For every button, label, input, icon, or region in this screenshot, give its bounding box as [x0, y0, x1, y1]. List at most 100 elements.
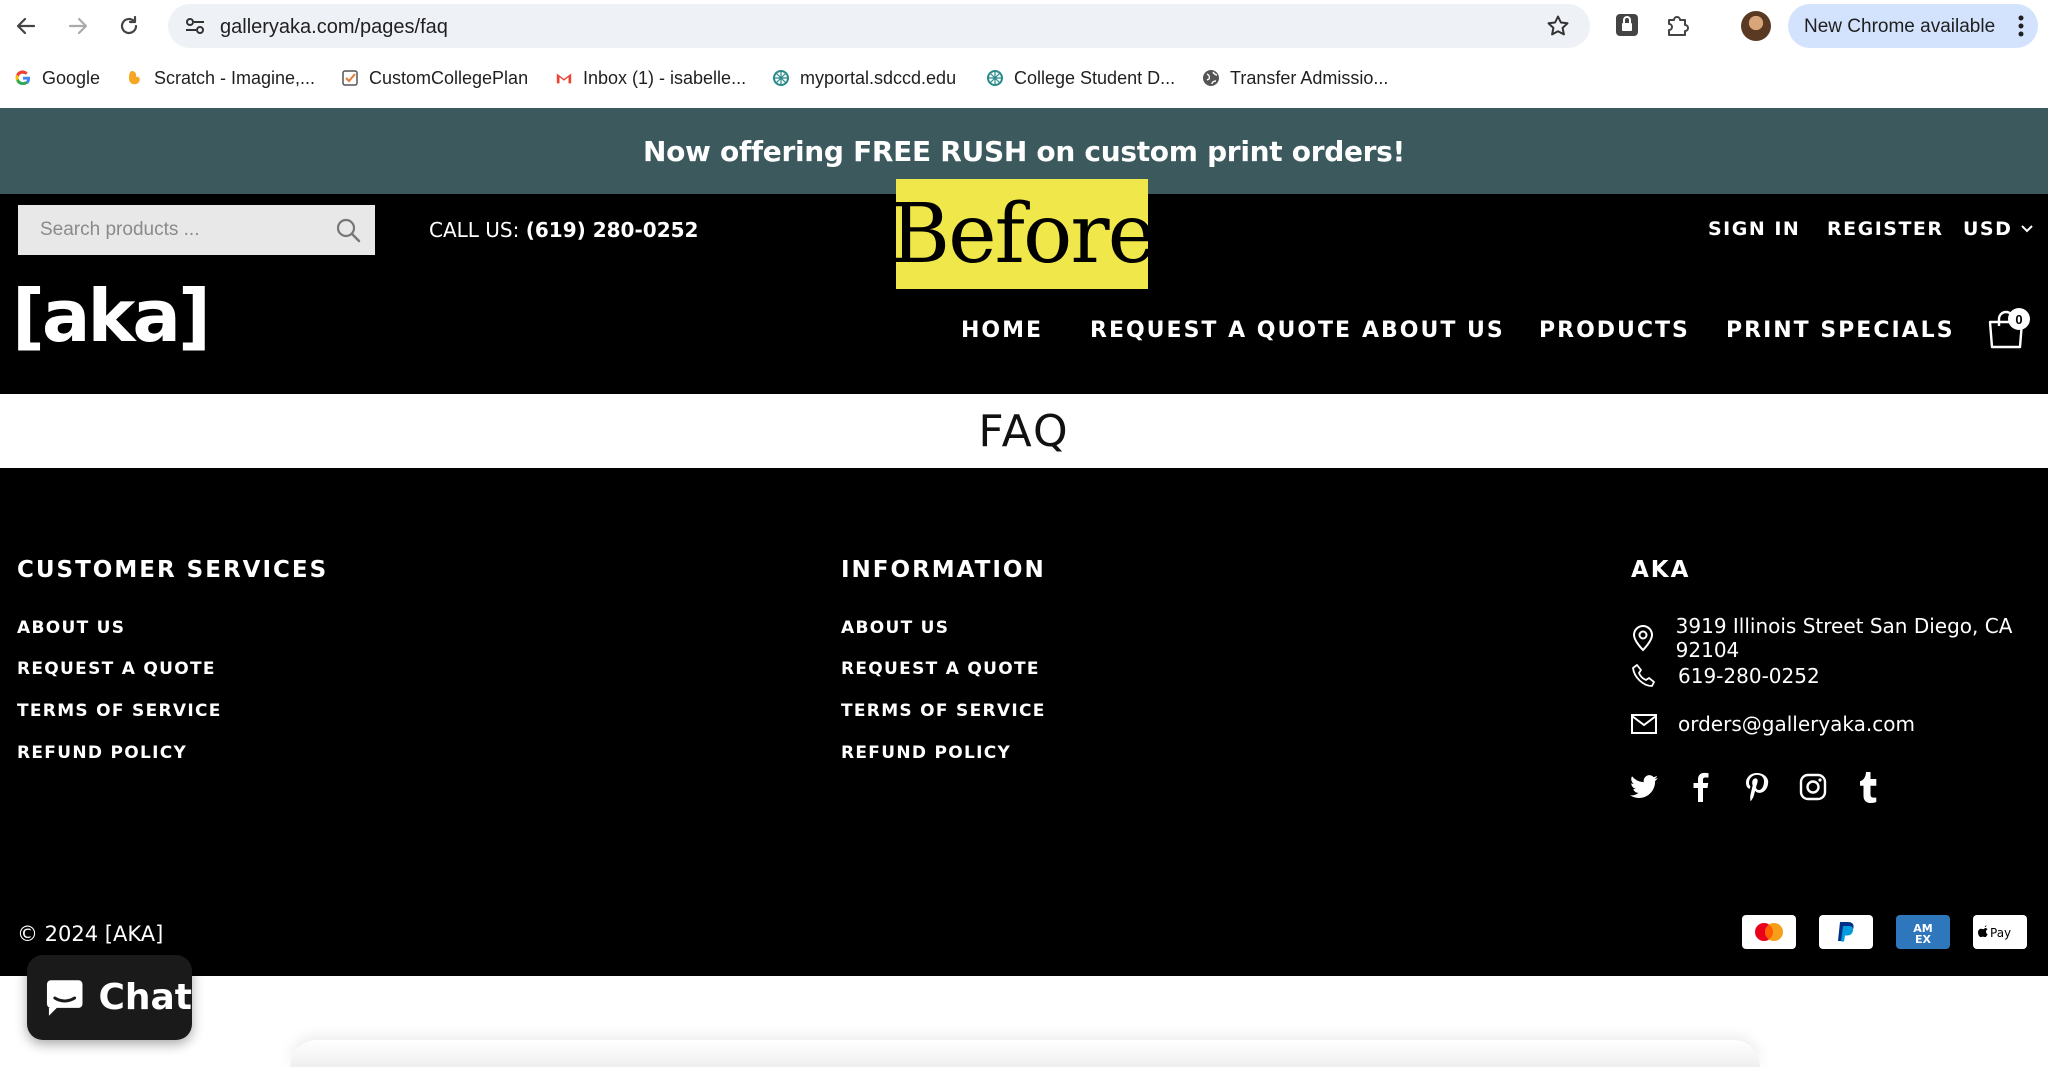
svg-text:Pay: Pay — [1990, 926, 2011, 940]
social-links — [1630, 772, 1884, 803]
mastercard-icon — [1742, 915, 1796, 949]
update-chrome-button[interactable]: New Chrome available — [1788, 4, 2038, 48]
scratch-icon — [126, 69, 144, 87]
phone-text[interactable]: 619-280-0252 — [1678, 664, 1820, 688]
bookmark-star-icon[interactable] — [1546, 14, 1570, 38]
password-extension-icon[interactable] — [1614, 12, 1640, 38]
bookmark-myportal[interactable]: myportal.sdccd.edu — [772, 66, 956, 90]
bookmark-customcollegeplan[interactable]: CustomCollegePlan — [341, 66, 528, 90]
call-number[interactable]: (619) 280-0252 — [526, 218, 699, 242]
reload-button[interactable] — [113, 10, 145, 42]
contact-phone[interactable]: 619-280-0252 — [1630, 662, 1820, 690]
footer-link-refund-policy[interactable]: REFUND POLICY — [841, 743, 1011, 763]
footer-link-terms-of-service[interactable]: TERMS OF SERVICE — [841, 701, 1046, 721]
sign-in-link[interactable]: SIGN IN — [1708, 218, 1800, 240]
menu-dots-icon[interactable] — [2018, 14, 2024, 38]
portal-icon — [986, 69, 1004, 87]
bookmark-scratch[interactable]: Scratch - Imagine,... — [126, 66, 315, 90]
bookmark-label: Inbox (1) - isabelle... — [583, 67, 747, 88]
footer-link-terms-of-service[interactable]: TERMS OF SERVICE — [17, 701, 222, 721]
phone-icon — [1630, 662, 1658, 690]
search-input[interactable]: Search products ... — [18, 205, 375, 255]
customer-services-heading: CUSTOMER SERVICES — [17, 557, 329, 583]
site-footer: CUSTOMER SERVICES ABOUT US REQUEST A QUO… — [0, 468, 2048, 976]
bookmark-label: Google — [42, 67, 101, 88]
svg-text:EX: EX — [1915, 933, 1932, 945]
bookmark-label: College Student D... — [1014, 67, 1176, 88]
bookmark-google[interactable]: Google — [14, 66, 100, 90]
extensions-puzzle-icon[interactable] — [1665, 12, 1691, 38]
bookmark-transfer[interactable]: Transfer Admissio... — [1202, 66, 1388, 90]
call-label: CALL US: — [429, 218, 520, 242]
reload-icon — [120, 15, 138, 35]
address-text: 3919 Illinois Street San Diego, CA 92104 — [1675, 614, 2013, 662]
cart-count-badge: 0 — [2008, 308, 2030, 330]
footer-link-refund-policy[interactable]: REFUND POLICY — [17, 743, 187, 763]
back-button[interactable] — [10, 10, 42, 42]
chevron-down-icon — [2021, 225, 2034, 233]
url-text[interactable]: galleryaka.com/pages/faq — [220, 16, 448, 39]
currency-label: USD — [1963, 218, 2013, 240]
location-pin-icon — [1630, 624, 1656, 652]
bookmark-label: CustomCollegePlan — [369, 67, 529, 88]
amex-icon: AM EX — [1896, 915, 1950, 949]
footer-link-request-a-quote[interactable]: REQUEST A QUOTE — [841, 659, 1040, 679]
chat-label: Chat — [98, 977, 192, 1018]
bookmarks-bar: Google Scratch - Imagine,... CustomColle… — [0, 60, 2048, 96]
gmail-icon — [555, 69, 573, 87]
pinterest-icon[interactable] — [1742, 772, 1772, 802]
bookmark-label: Scratch - Imagine,... — [154, 67, 316, 88]
nav-print-specials[interactable]: PRINT SPECIALS — [1726, 318, 1955, 343]
forward-button[interactable] — [62, 10, 94, 42]
profile-avatar[interactable] — [1741, 11, 1771, 41]
bookmark-college-student[interactable]: College Student D... — [986, 66, 1175, 90]
tumblr-icon[interactable] — [1854, 772, 1884, 803]
search-placeholder: Search products ... — [40, 219, 200, 240]
envelope-icon — [1630, 710, 1658, 738]
google-icon — [14, 69, 32, 87]
aka-heading: AKA — [1631, 557, 1691, 583]
instagram-icon[interactable] — [1798, 772, 1828, 802]
chat-button[interactable]: Chat — [27, 955, 192, 1040]
site-logo[interactable]: [aka] — [12, 280, 211, 352]
site-settings-icon[interactable] — [184, 16, 206, 36]
globe-icon — [1202, 69, 1220, 87]
apple-pay-icon: Pay — [1973, 915, 2027, 949]
bookmark-inbox[interactable]: Inbox (1) - isabelle... — [555, 66, 746, 90]
information-heading: INFORMATION — [841, 557, 1046, 583]
nav-home[interactable]: HOME — [961, 318, 1043, 343]
checklist-icon — [341, 69, 359, 87]
site-header: Search products ... CALL US: (619) 280-0… — [0, 179, 2048, 394]
paypal-icon — [1819, 915, 1873, 949]
bookmark-label: myportal.sdccd.edu — [800, 67, 957, 88]
contact-email[interactable]: orders@galleryaka.com — [1630, 710, 1915, 738]
facebook-icon[interactable] — [1686, 772, 1716, 802]
forward-arrow-icon — [68, 17, 88, 35]
currency-selector[interactable]: USD — [1963, 218, 2034, 240]
update-label: New Chrome available — [1804, 16, 1996, 37]
bookmark-label: Transfer Admissio... — [1230, 67, 1389, 88]
page-title-bar: FAQ — [0, 394, 2048, 468]
email-text[interactable]: orders@galleryaka.com — [1678, 712, 1915, 736]
twitter-icon[interactable] — [1630, 772, 1660, 802]
nav-products[interactable]: PRODUCTS — [1539, 318, 1690, 343]
portal-icon — [772, 69, 790, 87]
footer-link-request-a-quote[interactable]: REQUEST A QUOTE — [17, 659, 216, 679]
before-label-box: Before — [890, 179, 1156, 289]
search-icon[interactable] — [335, 217, 361, 243]
copyright-text: © 2024 [AKA] — [17, 922, 164, 946]
address-bar[interactable]: galleryaka.com/pages/faq — [168, 4, 1590, 48]
chat-bubble-icon — [46, 979, 83, 1016]
nav-request-a-quote[interactable]: REQUEST A QUOTE — [1090, 318, 1352, 343]
footer-link-about-us[interactable]: ABOUT US — [841, 618, 949, 638]
register-link[interactable]: REGISTER — [1827, 218, 1944, 240]
promo-text: Now offering FREE RUSH on custom print o… — [642, 134, 1406, 168]
call-us: CALL US: (619) 280-0252 — [429, 218, 698, 242]
back-arrow-icon — [16, 17, 36, 35]
footer-link-about-us[interactable]: ABOUT US — [17, 618, 125, 638]
bottom-panel-edge — [290, 1040, 1760, 1067]
before-label: Before — [889, 186, 1156, 282]
page-title: FAQ — [978, 405, 1070, 457]
contact-address: 3919 Illinois Street San Diego, CA 92104 — [1630, 614, 2048, 662]
nav-about-us[interactable]: ABOUT US — [1362, 318, 1505, 343]
